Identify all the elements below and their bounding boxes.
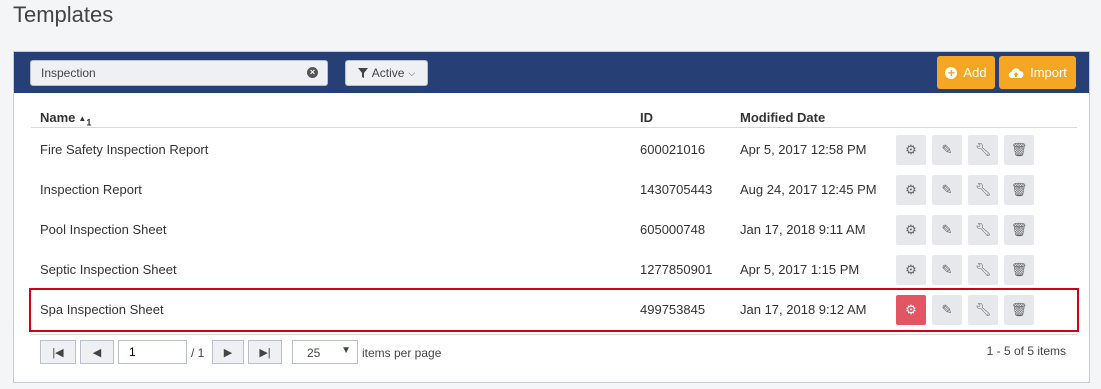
configure-button[interactable]: 🔧︎ (968, 215, 998, 245)
delete-button[interactable]: 🗑︎ (1004, 135, 1034, 165)
table-row[interactable]: Pool Inspection Sheet 605000748 Jan 17, … (31, 210, 1077, 250)
edit-button[interactable]: ✎ (932, 295, 962, 325)
search-input[interactable] (31, 61, 301, 85)
page-title: Templates (13, 2, 114, 27)
settings-button[interactable]: ⚙ (896, 255, 926, 285)
pencil-icon: ✎ (941, 262, 953, 277)
edit-button[interactable]: ✎ (932, 175, 962, 205)
add-label: Add (963, 65, 987, 80)
row-id: 600021016 (640, 142, 706, 157)
gear-icon: ⚙ (905, 302, 917, 317)
wrench-icon: 🔧︎ (974, 262, 992, 277)
row-id: 499753845 (640, 302, 706, 317)
configure-button[interactable]: 🔧︎ (968, 175, 998, 205)
row-name: Spa Inspection Sheet (40, 302, 164, 317)
edit-button[interactable]: ✎ (932, 215, 962, 245)
trash-icon: 🗑︎ (1010, 222, 1028, 237)
first-page-icon: |◀ (52, 346, 64, 359)
table-row-selected[interactable]: Spa Inspection Sheet 499753845 Jan 17, 2… (29, 288, 1079, 332)
settings-button[interactable]: ⚙ (896, 135, 926, 165)
row-modified-date: Apr 5, 2017 1:15 PM (740, 262, 860, 277)
trash-icon: 🗑︎ (1010, 262, 1028, 277)
page-number-input[interactable] (118, 340, 187, 364)
plus-circle-icon: + (945, 66, 958, 79)
column-header-name[interactable]: Name ▲1 (40, 110, 91, 128)
pencil-icon: ✎ (941, 182, 953, 197)
configure-button[interactable]: 🔧︎ (968, 255, 998, 285)
pencil-icon: ✎ (941, 222, 953, 237)
next-page-button[interactable]: ▶ (212, 340, 244, 364)
wrench-icon: 🔧︎ (974, 182, 992, 197)
import-button[interactable]: Import (999, 56, 1076, 89)
pager-summary: 1 - 5 of 5 items (986, 344, 1066, 358)
chevron-down-icon: ⌵ (408, 67, 416, 78)
name-header-label: Name (40, 110, 76, 125)
row-modified-date: Jan 17, 2018 9:12 AM (740, 302, 867, 317)
clear-search-icon[interactable]: × (307, 67, 318, 78)
table-row[interactable]: Fire Safety Inspection Report 600021016 … (31, 130, 1077, 170)
previous-page-icon: ◀ (92, 346, 102, 359)
caret-down-icon: ▼ (341, 345, 351, 356)
total-pages: / 1 (191, 346, 205, 360)
trash-icon: 🗑︎ (1010, 302, 1028, 317)
delete-button[interactable]: 🗑︎ (1004, 175, 1034, 205)
search-box[interactable]: × (30, 60, 328, 86)
filter-icon (357, 68, 368, 78)
column-header-modified-date[interactable]: Modified Date (740, 110, 825, 125)
configure-button[interactable]: 🔧︎ (968, 295, 998, 325)
delete-button[interactable]: 🗑︎ (1004, 295, 1034, 325)
toolbar: × Active ⌵ + Add Import (14, 52, 1089, 93)
gear-icon: ⚙ (905, 142, 917, 157)
last-page-icon: ▶| (259, 346, 271, 359)
table-row[interactable]: Septic Inspection Sheet 1277850901 Apr 5… (31, 250, 1077, 290)
gear-icon: ⚙ (905, 222, 917, 237)
per-page-value: 25 (307, 346, 321, 360)
row-id: 1430705443 (640, 182, 713, 197)
items-per-page-select[interactable]: 25 ▼ (292, 340, 358, 364)
delete-button[interactable]: 🗑︎ (1004, 215, 1034, 245)
settings-button-active[interactable]: ⚙ (896, 295, 926, 325)
settings-button[interactable]: ⚙ (896, 175, 926, 205)
sort-order-index: 1 (86, 117, 92, 128)
table-row[interactable]: Inspection Report 1430705443 Aug 24, 201… (31, 170, 1077, 210)
edit-button[interactable]: ✎ (932, 255, 962, 285)
edit-button[interactable]: ✎ (932, 135, 962, 165)
templates-panel: × Active ⌵ + Add Import Name▲1 ID Modifi… (13, 51, 1090, 383)
wrench-icon: 🔧︎ (974, 222, 992, 237)
row-id: 1277850901 (640, 262, 713, 277)
previous-page-button[interactable]: ◀ (80, 340, 114, 364)
gear-icon: ⚙ (905, 182, 917, 197)
configure-button[interactable]: 🔧︎ (968, 135, 998, 165)
cloud-upload-icon (1008, 67, 1024, 78)
status-filter-button[interactable]: Active ⌵ (345, 60, 428, 86)
trash-icon: 🗑︎ (1010, 142, 1028, 157)
row-name: Inspection Report (40, 182, 142, 197)
pencil-icon: ✎ (941, 142, 953, 157)
row-name: Fire Safety Inspection Report (40, 142, 209, 157)
last-page-button[interactable]: ▶| (248, 340, 282, 364)
table-header: Name ▲1 ID Modified Date (31, 108, 1077, 128)
items-per-page-label: items per page (362, 346, 442, 360)
table-footer-divider (31, 334, 1077, 335)
trash-icon: 🗑︎ (1010, 182, 1028, 197)
row-modified-date: Jan 17, 2018 9:11 AM (740, 222, 866, 237)
pencil-icon: ✎ (941, 302, 953, 317)
filter-label: Active (371, 66, 405, 80)
wrench-icon: 🔧︎ (974, 142, 992, 157)
row-name: Septic Inspection Sheet (40, 262, 177, 277)
row-id: 605000748 (640, 222, 706, 237)
wrench-icon: 🔧︎ (974, 302, 992, 317)
next-page-icon: ▶ (223, 346, 233, 359)
row-modified-date: Aug 24, 2017 12:45 PM (740, 182, 877, 197)
import-label: Import (1030, 65, 1067, 80)
first-page-button[interactable]: |◀ (40, 340, 76, 364)
column-header-id[interactable]: ID (640, 110, 653, 125)
delete-button[interactable]: 🗑︎ (1004, 255, 1034, 285)
add-button[interactable]: + Add (937, 56, 995, 89)
gear-icon: ⚙ (905, 262, 917, 277)
settings-button[interactable]: ⚙ (896, 215, 926, 245)
row-name: Pool Inspection Sheet (40, 222, 167, 237)
row-modified-date: Apr 5, 2017 12:58 PM (740, 142, 867, 157)
